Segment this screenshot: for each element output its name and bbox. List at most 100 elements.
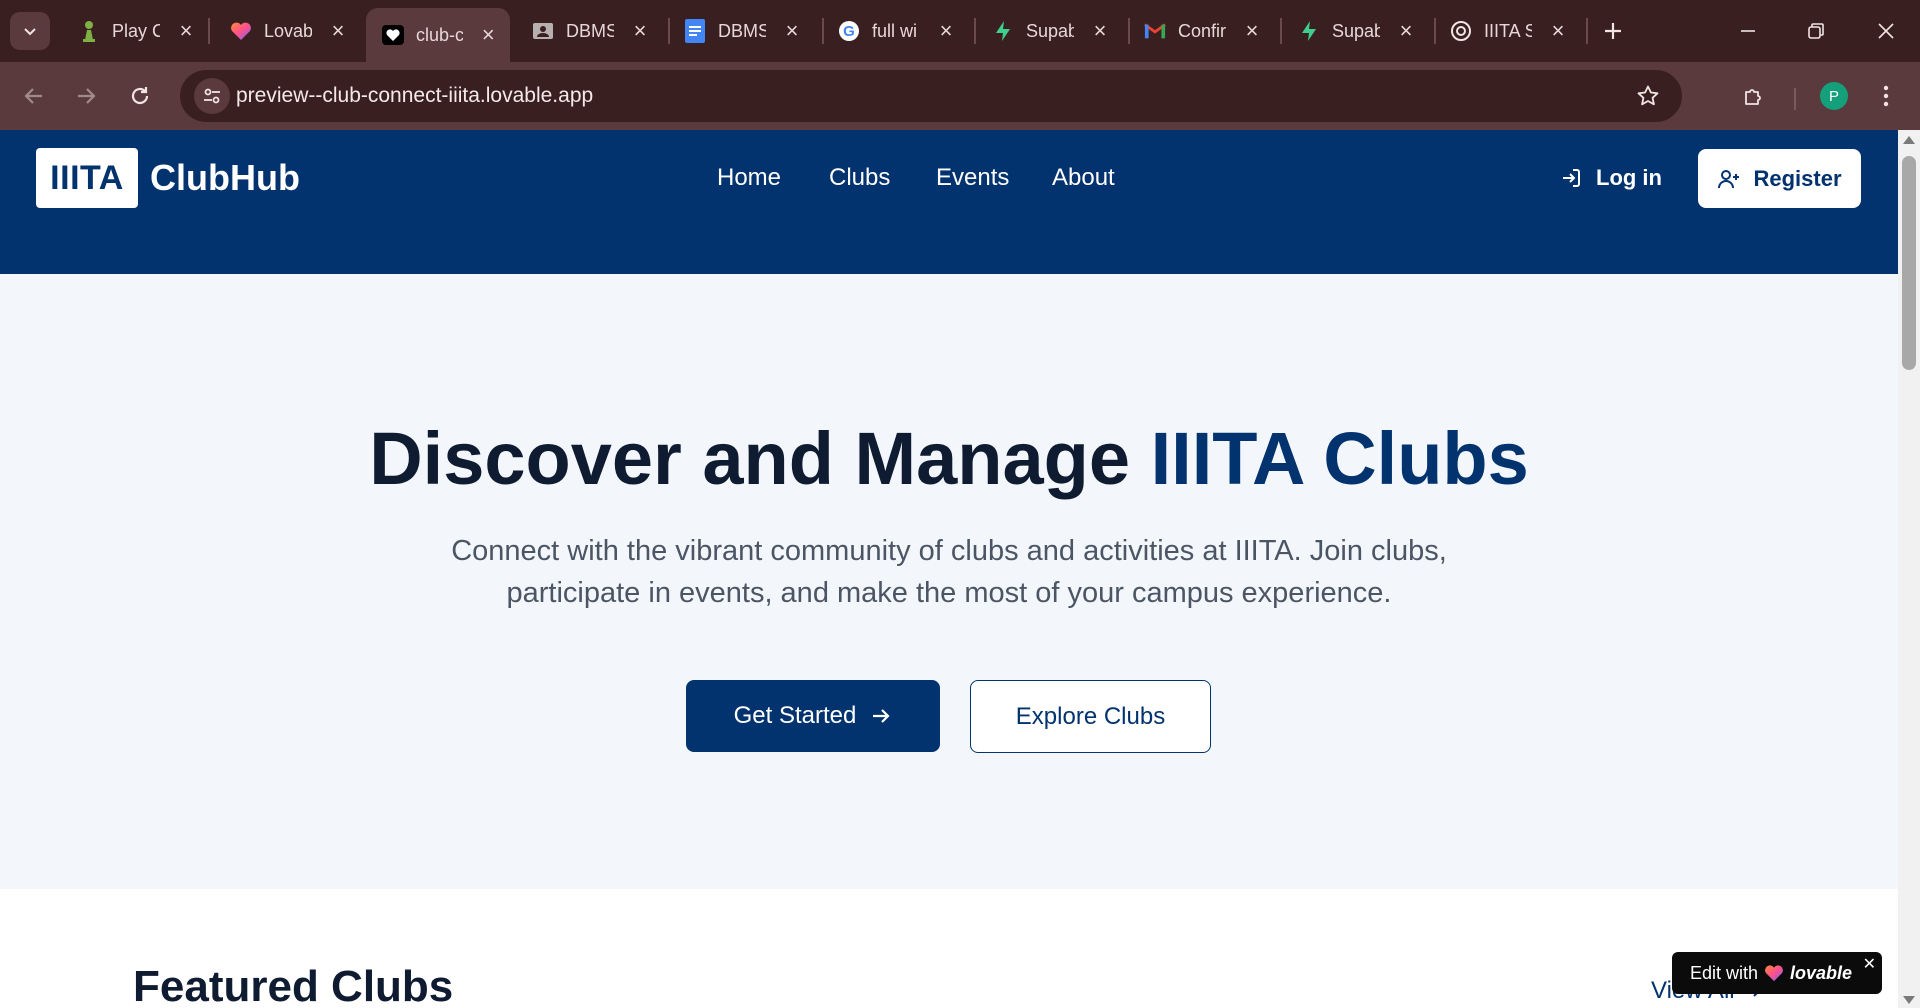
edit-with-lovable-badge[interactable]: Edit with lovable ✕ [1672, 952, 1882, 994]
nav-link-about[interactable]: About [1052, 160, 1115, 196]
browser-tab-6[interactable]: G full wi × [822, 8, 968, 54]
browser-tab-8[interactable]: Confir × [1128, 8, 1274, 54]
register-button[interactable]: Register [1698, 149, 1861, 208]
plus-icon [1605, 23, 1621, 39]
svg-text:G: G [843, 23, 855, 40]
tab-title: DBMS [718, 20, 766, 41]
kebab-menu-icon [1883, 85, 1889, 107]
browser-tab-strip: Play C × Lovab × club-c × DBMS × DBMS × … [0, 0, 1920, 62]
login-label: Log in [1596, 165, 1662, 190]
close-tab-icon[interactable]: × [174, 18, 198, 43]
login-button[interactable]: Log in [1560, 160, 1662, 196]
page-scrollbar[interactable] [1898, 130, 1920, 1008]
tab-search-button[interactable] [10, 12, 50, 50]
close-tab-icon[interactable]: × [1240, 18, 1264, 43]
scroll-thumb[interactable] [1902, 156, 1916, 370]
tab-title: Play C [112, 20, 160, 41]
new-tab-button[interactable] [1596, 14, 1630, 48]
close-tab-icon[interactable]: × [1088, 18, 1112, 43]
lovable-heart-icon [1765, 965, 1783, 982]
scroll-up-arrow-icon[interactable] [1903, 136, 1915, 144]
close-tab-icon[interactable]: × [934, 18, 958, 43]
close-tab-icon[interactable]: × [1546, 18, 1570, 43]
contact-card-icon [532, 20, 554, 42]
minimize-button[interactable] [1728, 12, 1768, 50]
tab-title: Confir [1178, 20, 1226, 41]
featured-clubs-heading: Featured Clubs [133, 962, 454, 1008]
forward-button[interactable] [66, 76, 106, 116]
browser-toolbar: preview--club-connect-iiita.lovable.app … [0, 62, 1920, 130]
google-docs-icon [684, 19, 706, 43]
logo-text[interactable]: ClubHub [150, 148, 300, 208]
close-tab-icon[interactable]: × [628, 18, 652, 43]
close-tab-icon[interactable]: × [1394, 18, 1418, 43]
supabase-icon [992, 20, 1014, 42]
arrow-left-icon [24, 88, 42, 104]
arrow-right-icon [873, 709, 890, 723]
site-header: IIITA ClubHub Home Clubs Events About Lo… [0, 130, 1898, 274]
tab-title: IIITA S [1484, 20, 1532, 41]
openai-icon [1450, 20, 1472, 42]
tab-title: Supab [1026, 20, 1074, 41]
restore-icon [1808, 23, 1824, 39]
supabase-icon [1298, 20, 1320, 42]
close-badge-icon[interactable]: ✕ [1863, 954, 1876, 974]
hero-title: Discover and Manage IIITA Clubs [0, 414, 1898, 504]
browser-tab-10[interactable]: IIITA S × [1434, 8, 1580, 54]
browser-tab-7[interactable]: Supab × [976, 8, 1122, 54]
bookmark-star-icon[interactable] [1630, 78, 1666, 114]
register-label: Register [1753, 165, 1842, 191]
back-button[interactable] [14, 76, 54, 116]
browser-tab-2[interactable]: Lovab × [214, 8, 360, 54]
get-started-button[interactable]: Get Started [686, 680, 940, 752]
nav-link-home[interactable]: Home [717, 160, 781, 196]
close-tab-icon[interactable]: × [477, 22, 500, 47]
nav-link-clubs[interactable]: Clubs [829, 160, 890, 196]
scroll-down-arrow-icon[interactable] [1903, 996, 1915, 1004]
avatar: P [1820, 82, 1848, 110]
profile-button[interactable]: P [1814, 76, 1854, 116]
chess-pawn-icon [78, 20, 100, 42]
close-tab-icon[interactable]: × [780, 18, 804, 43]
logo-mark[interactable]: IIITA [36, 148, 138, 208]
arrow-right-icon [78, 88, 96, 104]
nav-link-events[interactable]: Events [936, 160, 1009, 196]
extensions-button[interactable] [1734, 76, 1774, 116]
address-bar[interactable]: preview--club-connect-iiita.lovable.app [180, 70, 1682, 122]
browser-tab-5[interactable]: DBMS × [668, 8, 814, 54]
hero-subtitle: Connect with the vibrant community of cl… [451, 535, 1447, 609]
site-info-icon[interactable] [194, 78, 230, 114]
browser-tab-1[interactable]: Play C × [62, 8, 208, 54]
gmail-icon [1144, 20, 1166, 42]
toolbar-divider [1794, 88, 1796, 110]
close-tab-icon[interactable]: × [326, 18, 350, 43]
browser-tab-4[interactable]: DBMS × [516, 8, 662, 54]
user-plus-icon [1718, 169, 1740, 188]
hero-title-accent: IIITA Clubs [1150, 417, 1529, 500]
login-icon [1563, 169, 1580, 187]
badge-prefix: Edit with [1690, 962, 1759, 983]
badge-brand: lovable [1790, 962, 1853, 983]
close-window-button[interactable] [1866, 12, 1906, 50]
tab-divider [1586, 18, 1588, 44]
puzzle-icon [1745, 89, 1761, 105]
tab-title: Supab [1332, 20, 1380, 41]
heart-icon [382, 24, 404, 46]
minimize-icon [1741, 30, 1755, 32]
hero-title-main: Discover and Manage [369, 417, 1151, 500]
browser-menu-button[interactable] [1866, 76, 1906, 116]
close-icon [1878, 23, 1894, 39]
url-text[interactable]: preview--club-connect-iiita.lovable.app [236, 70, 593, 122]
explore-clubs-button[interactable]: Explore Clubs [970, 680, 1211, 753]
get-started-label: Get Started [733, 702, 857, 729]
tab-title: full wi [872, 20, 918, 41]
google-icon: G [838, 20, 860, 42]
restore-button[interactable] [1796, 12, 1836, 50]
browser-tab-9[interactable]: Supab × [1282, 8, 1428, 54]
lovable-heart-icon [230, 20, 252, 42]
page-viewport: IIITA ClubHub Home Clubs Events About Lo… [0, 130, 1898, 1008]
chevron-down-icon [24, 28, 36, 36]
reload-button[interactable] [120, 76, 160, 116]
browser-tab-3-active[interactable]: club-c × [366, 8, 510, 62]
tab-title: club-c [416, 24, 463, 45]
